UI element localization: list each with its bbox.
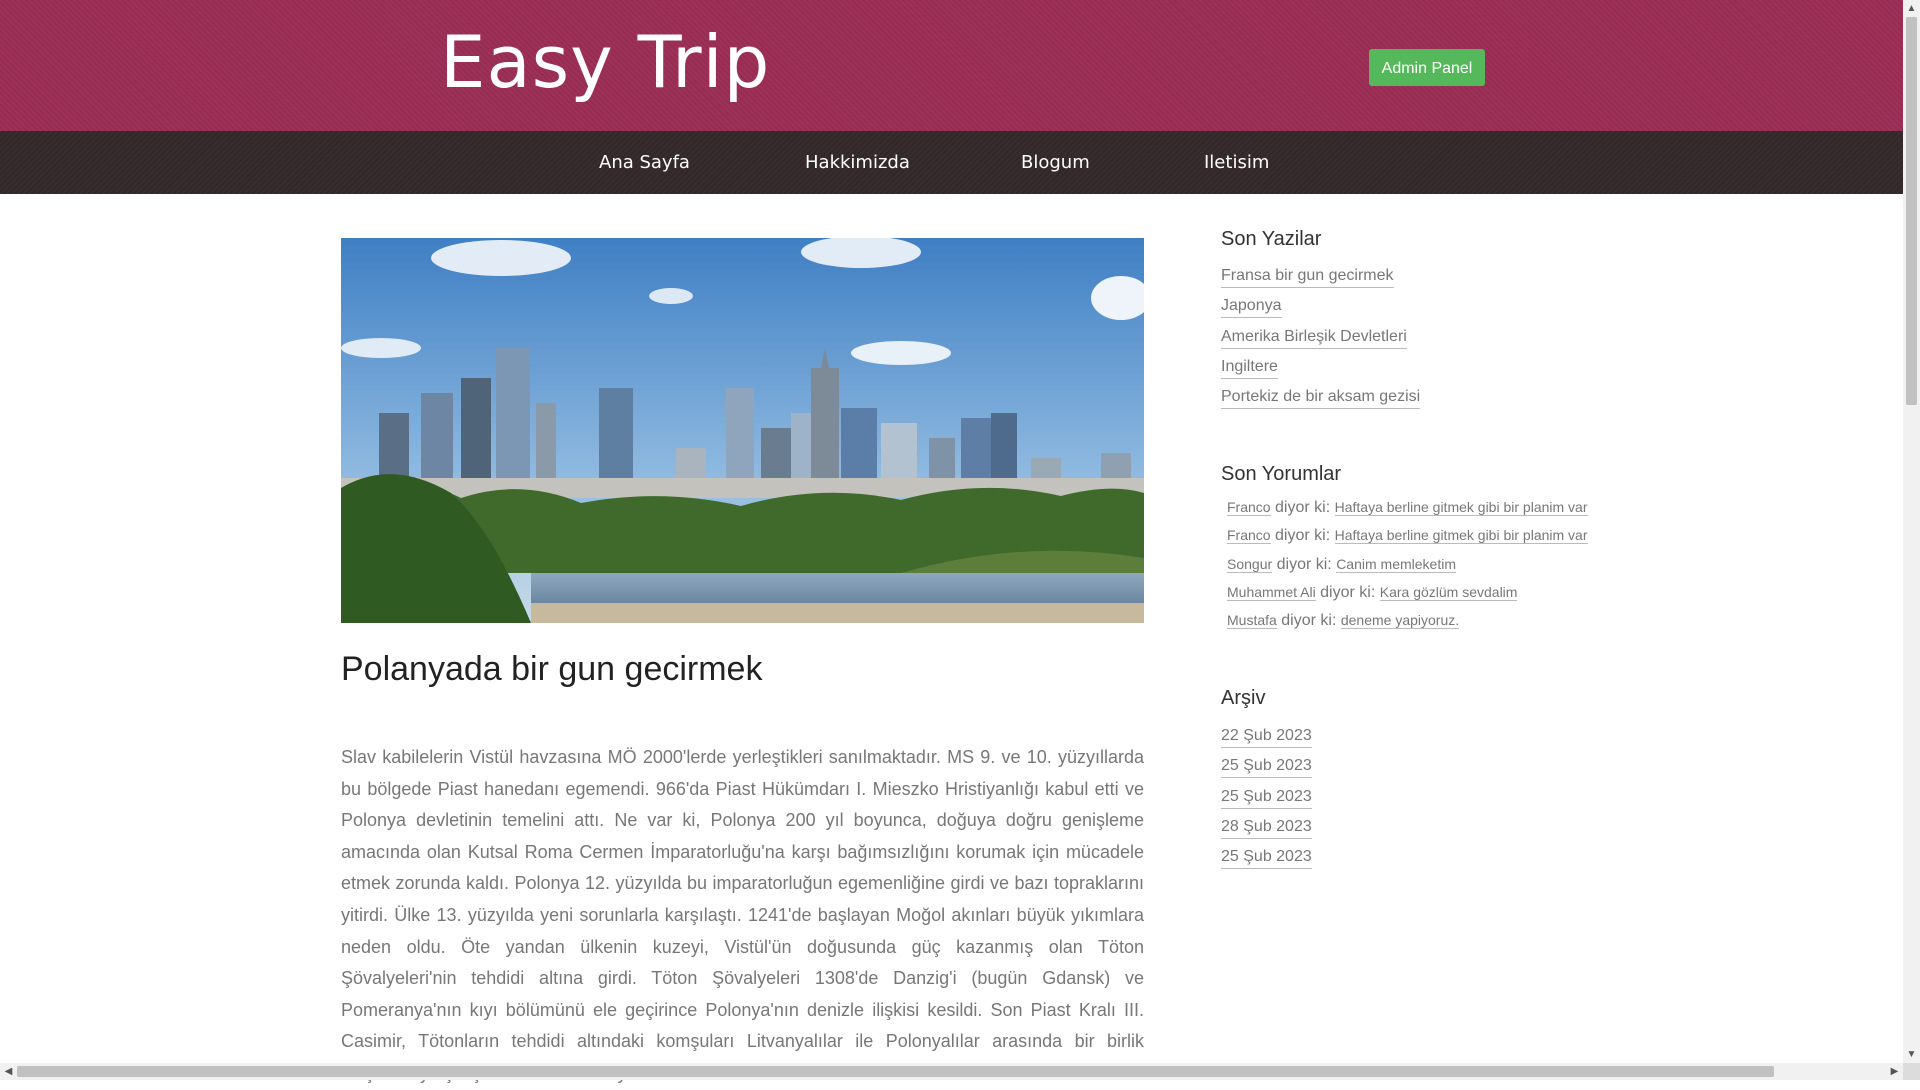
scroll-left-arrow-icon[interactable]: ◀	[0, 1063, 17, 1080]
site-header: Easy Trip Admin Panel	[0, 0, 1903, 131]
main-nav: Ana Sayfa Hakkimizda Blogum Iletisim	[0, 131, 1903, 194]
nav-item-blog[interactable]: Blogum	[1021, 131, 1090, 194]
recent-comments-title: Son Yorumlar	[1221, 463, 1342, 485]
comment-item: Mustafa diyor ki: deneme yapiyoruz.	[1227, 612, 1588, 640]
says-label: diyor ki:	[1320, 583, 1376, 601]
vertical-scrollbar-thumb[interactable]	[1906, 17, 1917, 405]
says-label: diyor ki:	[1275, 499, 1331, 516]
archive-link[interactable]: 25 Şub 2023	[1221, 848, 1312, 870]
list-item: Fransa bir gun gecirmek	[1221, 267, 1420, 297]
recent-post-link[interactable]: Portekiz de bir aksam gezisi	[1221, 388, 1421, 410]
archive-link[interactable]: 28 Şub 2023	[1221, 817, 1312, 839]
post-featured-image	[341, 238, 1144, 623]
post-body: Slav kabilelerin Vistül havzasına MÖ 200…	[341, 747, 1144, 1083]
horizontal-scrollbar-thumb[interactable]	[17, 1066, 1774, 1077]
says-label: diyor ki:	[1276, 555, 1332, 573]
list-item: 25 Şub 2023	[1221, 848, 1312, 878]
comment-item: Franco diyor ki: Haftaya berline gitmek …	[1227, 499, 1588, 527]
archive-link[interactable]: 22 Şub 2023	[1221, 727, 1312, 748]
says-label: diyor ki:	[1281, 612, 1337, 630]
comment-text-link[interactable]: Kara gözlüm sevdalim	[1379, 583, 1518, 601]
recent-post-link[interactable]: Fransa bir gun gecirmek	[1221, 267, 1394, 288]
comment-item: Songur diyor ki: Canim memleketim	[1227, 555, 1588, 584]
comment-text-link[interactable]: Haftaya berline gitmek gibi bir planim v…	[1334, 499, 1588, 516]
comment-author-link[interactable]: Franco	[1227, 499, 1271, 516]
nav-item-about[interactable]: Hakkimizda	[805, 131, 910, 194]
list-item: Portekiz de bir aksam gezisi	[1221, 388, 1421, 418]
archive-link[interactable]: 25 Şub 2023	[1221, 757, 1312, 779]
list-item: 22 Şub 2023	[1221, 727, 1312, 757]
says-label: diyor ki:	[1275, 527, 1331, 545]
archive-list: 22 Şub 2023 25 Şub 2023 25 Şub 2023 28 Ş…	[1221, 727, 1312, 878]
scroll-down-arrow-icon[interactable]: ▼	[1903, 1046, 1920, 1063]
recent-comments-list: Franco diyor ki: Haftaya berline gitmek …	[1227, 499, 1588, 640]
nav-item-home[interactable]: Ana Sayfa	[599, 131, 690, 194]
archive-link[interactable]: 25 Şub 2023	[1221, 787, 1312, 809]
comment-author-link[interactable]: Franco	[1227, 527, 1271, 545]
list-item: Amerika Birleşik Devletleri	[1221, 327, 1420, 358]
scrollbar-corner	[1903, 1063, 1920, 1080]
recent-posts-title: Son Yazilar	[1221, 228, 1322, 250]
list-item: 28 Şub 2023	[1221, 817, 1312, 848]
scroll-right-arrow-icon[interactable]: ▶	[1886, 1063, 1903, 1080]
nav-item-contact[interactable]: Iletisim	[1204, 131, 1269, 194]
comment-text-link[interactable]: deneme yapiyoruz.	[1340, 612, 1460, 630]
recent-post-link[interactable]: Amerika Birleşik Devletleri	[1221, 327, 1407, 349]
comment-text-link[interactable]: Canim memleketim	[1336, 555, 1456, 573]
list-item: Japonya	[1221, 297, 1420, 327]
vertical-scrollbar[interactable]: ▲ ▼	[1903, 0, 1920, 1063]
comment-author-link[interactable]: Songur	[1227, 555, 1273, 573]
recent-posts-list: Fransa bir gun gecirmek Japonya Amerika …	[1221, 267, 1421, 418]
comment-item: Franco diyor ki: Haftaya berline gitmek …	[1227, 527, 1588, 555]
list-item: Ingiltere	[1221, 357, 1420, 388]
post-title[interactable]: Polanyada bir gun gecirmek	[341, 650, 762, 689]
comment-author-link[interactable]: Muhammet Ali	[1227, 583, 1316, 601]
horizontal-scrollbar[interactable]: ◀ ▶	[0, 1063, 1903, 1080]
site-logo[interactable]: Easy Trip	[440, 22, 770, 102]
comment-text-link[interactable]: Haftaya berline gitmek gibi bir planim v…	[1334, 527, 1588, 545]
recent-post-link[interactable]: Japonya	[1221, 297, 1282, 319]
archive-title: Arşiv	[1221, 687, 1266, 709]
admin-panel-button[interactable]: Admin Panel	[1369, 49, 1485, 86]
list-item: 25 Şub 2023	[1221, 787, 1312, 818]
recent-post-link[interactable]: Ingiltere	[1221, 357, 1278, 379]
list-item: 25 Şub 2023	[1221, 757, 1312, 787]
city-skyline-image	[341, 238, 1144, 623]
comment-item: Muhammet Ali diyor ki: Kara gözlüm sevda…	[1227, 583, 1588, 612]
scroll-up-arrow-icon[interactable]: ▲	[1903, 0, 1920, 17]
comment-author-link[interactable]: Mustafa	[1227, 612, 1277, 630]
